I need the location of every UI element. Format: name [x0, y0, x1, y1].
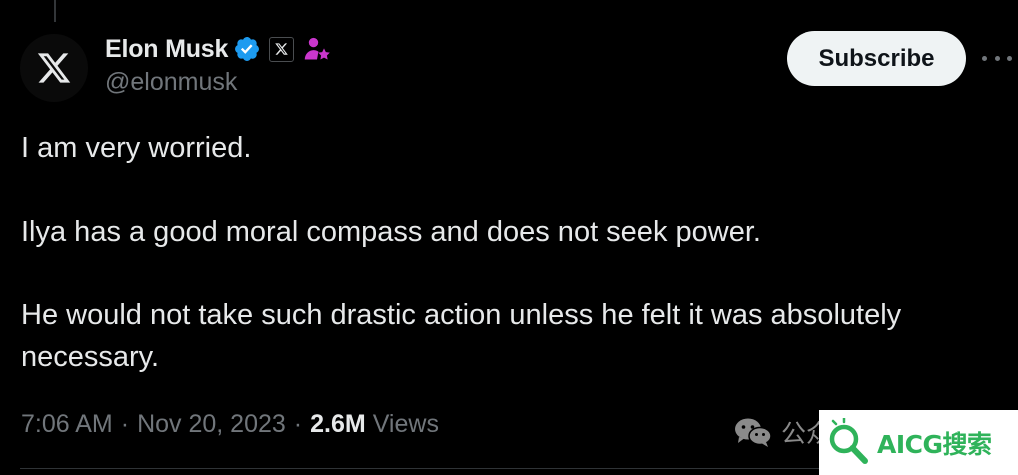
more-dot [994, 55, 1000, 61]
author-display-name[interactable]: Elon Musk [105, 35, 228, 64]
divider [20, 468, 820, 469]
views-count[interactable]: 2.6M [310, 410, 366, 439]
thread-connector-line [54, 0, 56, 22]
magnifier-icon [829, 417, 868, 464]
subscriber-badge-icon[interactable] [303, 35, 331, 63]
aicg-logo-text: AICG搜索 [877, 429, 992, 459]
tweet-meta: 7:06 AM · Nov 20, 2023 · 2.6M Views [21, 410, 439, 439]
wechat-icon [735, 418, 772, 447]
more-dot [982, 55, 987, 61]
subscribe-button[interactable]: Subscribe [787, 31, 966, 86]
tweet-date[interactable]: Nov 20, 2023 [137, 410, 286, 439]
tweet-paragraph: I am very worried. [21, 132, 252, 164]
author-avatar[interactable] [20, 34, 88, 102]
x-affiliation-badge-icon[interactable] [269, 36, 295, 62]
more-options-icon[interactable] [982, 46, 1012, 70]
views-label[interactable]: Views [373, 410, 439, 439]
author-name-row: Elon Musk [105, 32, 331, 66]
more-dot [1007, 55, 1012, 61]
meta-separator: · [293, 410, 303, 438]
x-logo-icon [37, 53, 71, 83]
wechat-watermark: 公众 [733, 414, 831, 450]
tweet-paragraph: He would not take such drastic action un… [21, 299, 902, 373]
tweet-text: I am very worried. Ilya has a good moral… [21, 128, 981, 378]
tweet-paragraph: Ilya has a good moral compass and does n… [21, 215, 761, 248]
author-handle[interactable]: @elonmusk [105, 68, 331, 97]
author-header: Elon Musk @elonmusk [105, 32, 331, 97]
tweet-time[interactable]: 7:06 AM [21, 410, 113, 439]
aicg-watermark-logo: AICG搜索 [819, 410, 1018, 475]
meta-separator: · [120, 410, 130, 438]
verified-badge-icon[interactable] [233, 35, 261, 63]
